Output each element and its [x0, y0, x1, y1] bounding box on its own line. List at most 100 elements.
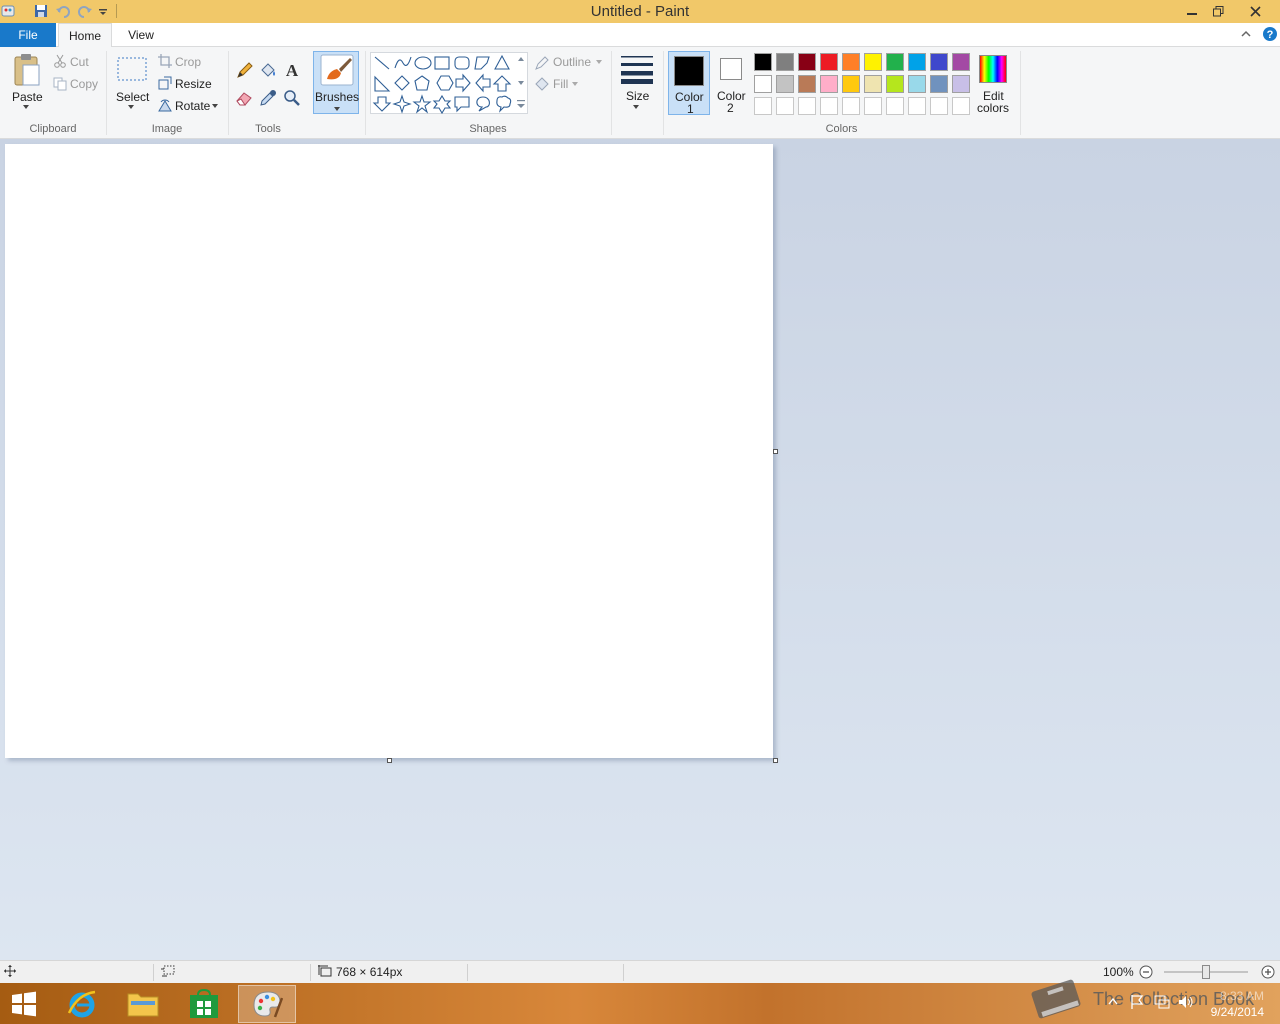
custom-color-slot[interactable] [776, 97, 794, 115]
custom-color-slot[interactable] [820, 97, 838, 115]
palette-swatch[interactable] [864, 53, 882, 71]
ribbon: Paste Cut Copy Clipboard Select Crop Res… [0, 47, 1280, 139]
select-button[interactable]: Select [116, 90, 149, 104]
fill-bucket-icon[interactable] [259, 62, 277, 80]
custom-color-slot[interactable] [864, 97, 882, 115]
zoom-in-button[interactable] [1261, 965, 1275, 979]
rotate-button[interactable]: Rotate [175, 99, 210, 113]
start-button[interactable] [0, 985, 48, 1023]
resize-handle-corner[interactable] [773, 758, 778, 763]
clipboard-group-label: Clipboard [29, 123, 77, 135]
help-icon[interactable]: ? [1262, 26, 1278, 42]
tab-file[interactable]: File [0, 23, 56, 47]
hexagon-shape-icon [436, 75, 454, 91]
clock-date[interactable]: 9/24/2014 [1200, 1005, 1264, 1019]
palette-swatch[interactable] [798, 75, 816, 93]
palette-swatch[interactable] [908, 53, 926, 71]
palette-swatch[interactable] [754, 75, 772, 93]
palette-swatch[interactable] [864, 75, 882, 93]
action-center-flag-icon[interactable] [1130, 994, 1144, 1010]
custom-color-slot[interactable] [886, 97, 904, 115]
volume-icon[interactable] [1178, 995, 1194, 1009]
palette-swatch[interactable] [930, 75, 948, 93]
restore-button[interactable] [1203, 0, 1233, 22]
custom-color-slot[interactable] [908, 97, 926, 115]
taskbar-internet-explorer[interactable] [54, 985, 110, 1023]
magnifier-icon[interactable] [283, 89, 301, 107]
chevron-down-icon[interactable] [633, 105, 639, 109]
size-button[interactable]: Size [626, 89, 649, 103]
fill-icon[interactable] [534, 76, 550, 92]
tab-home[interactable]: Home [58, 23, 112, 48]
palette-swatch[interactable] [886, 53, 904, 71]
crop-icon[interactable] [158, 54, 172, 68]
paste-button[interactable]: Paste [12, 90, 43, 104]
color2-button[interactable]: Color 2 [712, 51, 752, 115]
tab-view[interactable]: View [116, 23, 166, 47]
color1-button[interactable]: Color 1 [668, 51, 710, 116]
color-picker-icon[interactable] [259, 89, 277, 107]
group-divider [611, 51, 612, 135]
network-icon[interactable] [1154, 995, 1170, 1009]
taskbar-file-explorer[interactable] [115, 985, 171, 1023]
palette-swatch[interactable] [820, 75, 838, 93]
paste-icon[interactable] [13, 53, 41, 87]
custom-color-slot[interactable] [952, 97, 970, 115]
resize-icon[interactable] [158, 76, 172, 90]
custom-color-slot[interactable] [842, 97, 860, 115]
brushes-button[interactable]: Brushes [313, 51, 359, 114]
fill-button[interactable]: Fill [553, 77, 568, 91]
cut-button[interactable]: Cut [70, 55, 89, 69]
pencil-icon[interactable] [235, 62, 253, 80]
palette-swatch[interactable] [842, 75, 860, 93]
resize-button[interactable]: Resize [175, 77, 212, 91]
color2-swatch [720, 58, 742, 80]
chevron-down-icon[interactable] [572, 82, 578, 86]
palette-swatch[interactable] [952, 53, 970, 71]
drawing-canvas[interactable] [5, 144, 773, 758]
palette-swatch[interactable] [798, 53, 816, 71]
canvas-workspace[interactable] [0, 139, 1280, 960]
palette-swatch[interactable] [820, 53, 838, 71]
show-hidden-icons-icon[interactable] [1108, 997, 1118, 1005]
palette-swatch[interactable] [886, 75, 904, 93]
edit-colors-button[interactable]: Edit colors [975, 51, 1013, 115]
resize-handle-right[interactable] [773, 449, 778, 454]
crop-button[interactable]: Crop [175, 55, 201, 69]
outline-button[interactable]: Outline [553, 55, 591, 69]
palette-swatch[interactable] [952, 75, 970, 93]
text-icon[interactable]: A [283, 61, 301, 79]
internet-explorer-icon [67, 990, 96, 1018]
custom-color-slot[interactable] [798, 97, 816, 115]
chevron-down-icon[interactable] [23, 105, 29, 109]
taskbar-store[interactable] [176, 985, 232, 1023]
right-arrow-shape-icon [455, 73, 471, 93]
copy-icon[interactable] [53, 77, 67, 91]
zoom-out-button[interactable] [1139, 965, 1153, 979]
close-button[interactable] [1240, 0, 1270, 22]
select-icon[interactable] [117, 57, 147, 81]
palette-swatch[interactable] [776, 75, 794, 93]
clock-time[interactable]: 8:33 AM [1210, 989, 1264, 1003]
cut-icon[interactable] [53, 54, 67, 68]
chevron-down-icon[interactable] [596, 60, 602, 64]
chevron-down-icon[interactable] [212, 104, 218, 108]
zoom-slider-thumb[interactable] [1202, 965, 1210, 979]
palette-swatch[interactable] [908, 75, 926, 93]
palette-swatch[interactable] [842, 53, 860, 71]
minimize-ribbon-icon[interactable] [1240, 28, 1252, 40]
size-icon[interactable] [620, 54, 654, 84]
outline-icon[interactable] [534, 55, 550, 71]
custom-color-slot[interactable] [754, 97, 772, 115]
copy-button[interactable]: Copy [70, 77, 98, 91]
rotate-icon[interactable] [158, 98, 172, 112]
down-arrow-shape-icon [372, 96, 392, 112]
chevron-down-icon[interactable] [128, 105, 134, 109]
palette-swatch[interactable] [930, 53, 948, 71]
taskbar-paint[interactable] [238, 985, 296, 1023]
palette-swatch[interactable] [754, 53, 772, 71]
custom-color-slot[interactable] [930, 97, 948, 115]
eraser-icon[interactable] [235, 89, 253, 107]
palette-swatch[interactable] [776, 53, 794, 71]
resize-handle-bottom[interactable] [387, 758, 392, 763]
